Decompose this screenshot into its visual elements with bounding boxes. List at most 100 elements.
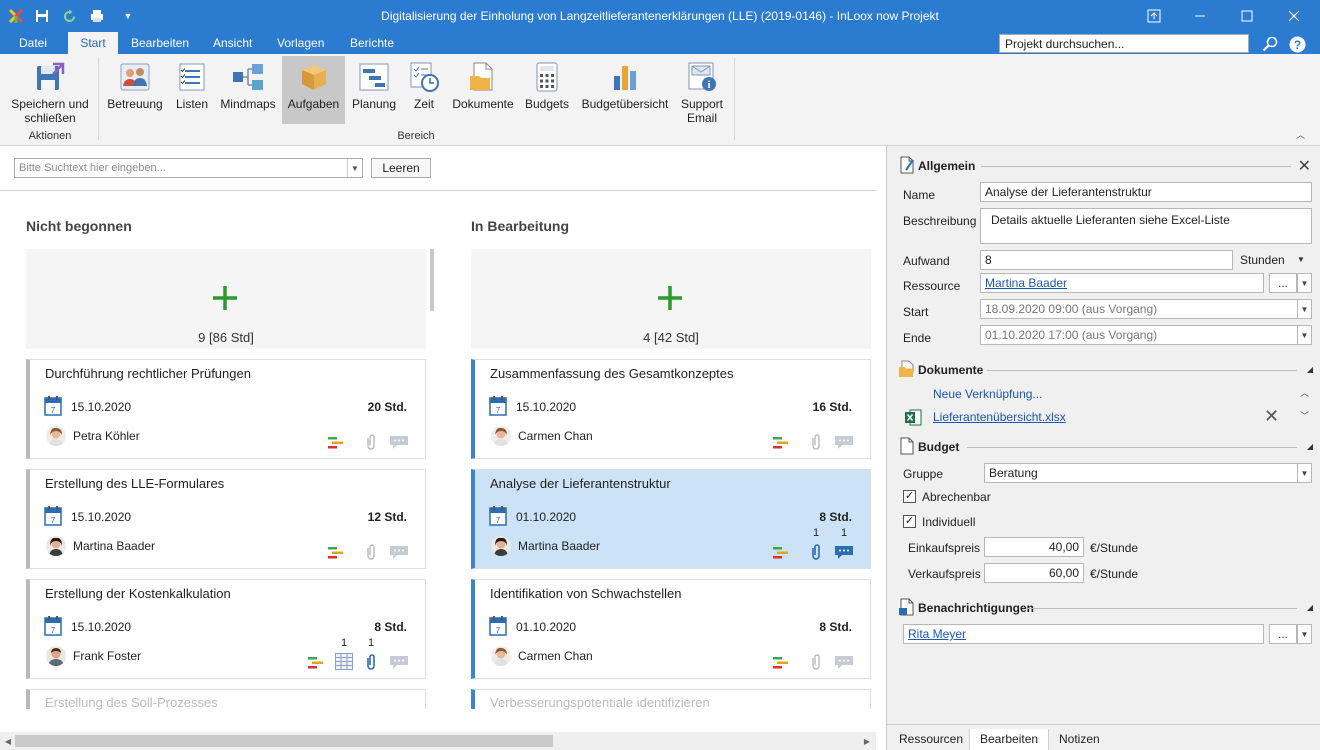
task-card[interactable]: Erstellung des LLE-Formulares 15.10.2020… — [26, 469, 426, 569]
table-icon[interactable] — [335, 653, 353, 670]
name-field[interactable]: Analyse der Lieferantenstruktur — [980, 182, 1312, 202]
dokumente-button[interactable]: Dokumente — [450, 56, 516, 126]
support-label-2: Email — [686, 111, 717, 125]
description-field[interactable]: Details aktuelle Lieferanten siehe Excel… — [980, 208, 1312, 244]
start-field[interactable]: 18.09.2020 09:00 (aus Vorgang) — [980, 299, 1298, 319]
project-search-input[interactable] — [999, 34, 1249, 53]
resource-field[interactable]: Martina Baader — [980, 273, 1264, 293]
budget-group-select[interactable]: Beratung — [984, 463, 1298, 483]
tab-start[interactable]: Start — [68, 32, 118, 54]
task-card[interactable]: Erstellung der Kostenkalkulation 15.10.2… — [26, 579, 426, 679]
scroll-left-icon[interactable]: ◀ — [2, 735, 14, 747]
document-link[interactable]: Lieferantenübersicht.xlsx — [933, 410, 1066, 424]
support-email-icon: i — [688, 62, 716, 91]
billable-checkbox[interactable]: ✓ — [903, 490, 916, 503]
individual-checkbox[interactable]: ✓ — [903, 515, 916, 528]
task-card[interactable]: Identifikation von Schwachstellen 01.10.… — [471, 579, 871, 679]
task-date: 15.10.2020 — [516, 400, 577, 414]
tab-ansicht[interactable]: Ansicht — [203, 32, 262, 54]
support-email-button[interactable]: i Support Email — [676, 56, 728, 126]
attachment-icon[interactable] — [810, 543, 822, 561]
group-dropdown-icon[interactable]: ▼ — [1297, 463, 1312, 483]
task-card[interactable]: Erstellung des Soll-Prozesses — [26, 689, 426, 710]
search-icon[interactable] — [1261, 35, 1279, 53]
column-title-in-progress: In Bearbeitung — [471, 218, 570, 234]
browse-resource-button[interactable]: ... — [1269, 273, 1297, 293]
end-field[interactable]: 01.10.2020 17:00 (aus Vorgang) — [980, 325, 1298, 345]
save-and-close-button[interactable]: Speichern und schließen — [6, 56, 94, 126]
tab-edit[interactable]: Bearbeiten — [969, 729, 1050, 750]
collapse-section-icon[interactable]: ◢ — [1307, 365, 1313, 374]
task-title: Analyse der Lieferantenstruktur — [490, 476, 671, 491]
aufgaben-button[interactable]: Aufgaben — [282, 56, 345, 124]
tab-resources[interactable]: Ressourcen — [889, 729, 973, 750]
collapse-ribbon-icon[interactable]: ︿ — [1296, 128, 1305, 141]
task-card-selected[interactable]: Analyse der Lieferantenstruktur 01.10.20… — [471, 469, 871, 569]
divider — [0, 190, 876, 191]
scroll-up-icon[interactable]: ︿ — [1300, 386, 1309, 399]
comment-icon[interactable] — [389, 544, 409, 560]
task-card[interactable]: Durchführung rechtlicher Prüfungen 15.10… — [26, 359, 426, 459]
divider — [987, 370, 1297, 371]
add-task-button[interactable]: 4 [42 Std] — [471, 249, 871, 349]
effort-field[interactable]: 8 — [980, 250, 1233, 270]
close-icon[interactable] — [1281, 5, 1307, 27]
attachment-icon[interactable] — [810, 433, 822, 451]
tab-notes[interactable]: Notizen — [1049, 729, 1110, 750]
filter-box[interactable]: ▼ — [14, 158, 363, 178]
chevron-down-icon[interactable]: ▼ — [1297, 255, 1305, 264]
tab-bearbeiten[interactable]: Bearbeiten — [121, 32, 199, 54]
budgetuebersicht-button[interactable]: Budgetübersicht — [578, 56, 672, 126]
listen-button[interactable]: Listen — [170, 56, 214, 126]
recipient-dropdown-icon[interactable]: ▼ — [1297, 624, 1312, 644]
filter-input[interactable] — [15, 159, 345, 177]
comment-icon[interactable] — [834, 434, 854, 450]
priority-icon — [773, 656, 789, 670]
task-card[interactable]: Verbesserungspotentiale identifizieren — [471, 689, 871, 710]
restore-ribbon-icon[interactable] — [1141, 5, 1167, 27]
resource-dropdown-icon[interactable]: ▼ — [1297, 273, 1312, 293]
add-task-button[interactable]: 9 [86 Std] — [26, 249, 426, 349]
comment-icon[interactable] — [389, 434, 409, 450]
minimize-icon[interactable] — [1187, 5, 1213, 27]
budgets-button[interactable]: Budgets — [522, 56, 572, 126]
effort-unit-select[interactable]: Stunden — [1240, 253, 1285, 267]
support-label-1: Support — [680, 97, 724, 111]
purchase-price-field[interactable]: 40,00 — [984, 537, 1084, 557]
close-panel-icon[interactable]: ✕ — [1298, 156, 1311, 176]
betreuung-button[interactable]: Betreuung — [104, 56, 166, 126]
attachment-icon[interactable] — [365, 433, 377, 451]
column-scrollbar[interactable] — [430, 249, 434, 311]
comment-icon[interactable] — [389, 654, 409, 670]
mindmaps-button[interactable]: Mindmaps — [218, 56, 278, 126]
tab-vorlagen[interactable]: Vorlagen — [267, 32, 334, 54]
attachment-icon[interactable] — [365, 543, 377, 561]
collapse-section-icon[interactable]: ◢ — [1307, 442, 1313, 451]
attachment-icon[interactable] — [810, 653, 822, 671]
notification-recipient-field[interactable]: Rita Meyer — [903, 624, 1264, 644]
filter-dropdown-icon[interactable]: ▼ — [347, 159, 362, 177]
remove-document-icon[interactable]: ✕ — [1264, 406, 1279, 427]
sales-price-field[interactable]: 60,00 — [984, 563, 1084, 583]
end-dropdown-icon[interactable]: ▼ — [1297, 325, 1312, 345]
tab-berichte[interactable]: Berichte — [340, 32, 404, 54]
horizontal-scrollbar[interactable]: ◀ ▶ — [0, 732, 876, 750]
collapse-section-icon[interactable]: ◢ — [1307, 603, 1313, 612]
comment-icon[interactable] — [834, 654, 854, 670]
tab-datei[interactable]: Datei — [9, 32, 57, 54]
scrollbar-thumb[interactable] — [15, 735, 553, 747]
scroll-right-icon[interactable]: ▶ — [861, 735, 873, 747]
browse-recipient-button[interactable]: ... — [1269, 624, 1297, 644]
scroll-down-icon[interactable]: ﹀ — [1300, 409, 1309, 422]
task-card[interactable]: Zusammenfassung des Gesamtkonzeptes 15.1… — [471, 359, 871, 459]
comment-icon[interactable] — [834, 544, 854, 560]
help-icon[interactable]: ? — [1288, 35, 1306, 53]
attachment-icon[interactable] — [365, 653, 377, 671]
folder-icon — [899, 360, 914, 377]
clear-button[interactable]: Leeren — [371, 158, 431, 178]
new-link-button[interactable]: Neue Verknüpfung... — [933, 387, 1042, 401]
maximize-icon[interactable] — [1234, 5, 1260, 27]
start-dropdown-icon[interactable]: ▼ — [1297, 299, 1312, 319]
zeit-button[interactable]: Zeit — [404, 56, 444, 126]
planung-button[interactable]: Planung — [348, 56, 400, 126]
